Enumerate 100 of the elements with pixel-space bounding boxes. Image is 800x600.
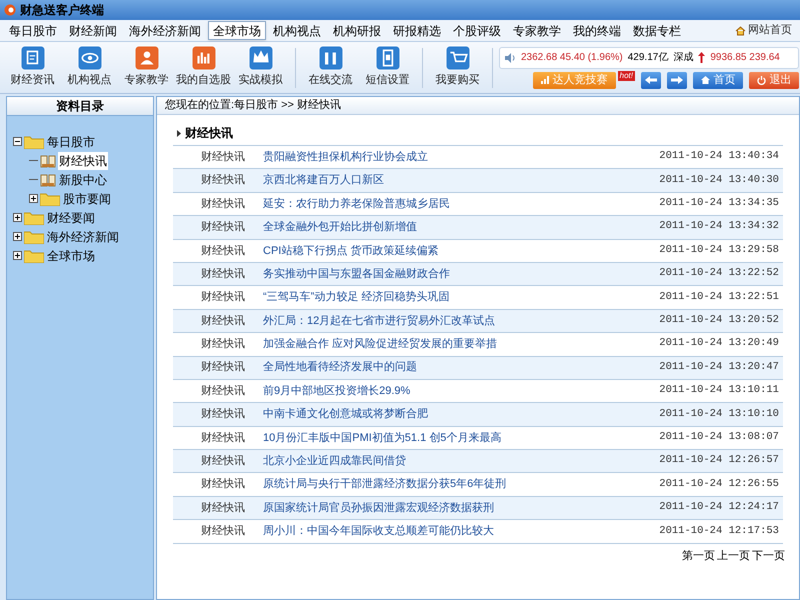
time-cell-text: 2011-10-24 13:20:52 — [659, 313, 780, 328]
news-link[interactable]: 全局性地看待经济发展中的问题 — [263, 359, 660, 376]
category-cell-text: 财经快讯 — [200, 266, 246, 282]
time-cell-text: 2011-10-24 13:29:58 — [659, 242, 780, 258]
nav-tab[interactable]: 数据专栏 — [628, 21, 686, 40]
tree-item[interactable]: 股市要闻 — [62, 190, 112, 208]
folder-icon — [24, 210, 44, 224]
nav-tab[interactable]: 专家教学 — [508, 21, 566, 40]
nav-tab[interactable]: 全球市场 — [208, 21, 266, 40]
category-cell-text: 财经快讯 — [200, 244, 246, 258]
bar-chart-icon — [540, 76, 549, 84]
expander-icon[interactable] — [13, 137, 22, 146]
turnover-value: 429.17亿 — [628, 51, 668, 65]
folder-icon — [24, 248, 44, 262]
hot-badge: hot! — [618, 71, 635, 81]
news-link[interactable]: “三驾马车”动力较足 经济回稳势头巩固 — [263, 289, 660, 306]
expander-icon[interactable] — [13, 232, 22, 241]
category-cell-text: 财经快讯 — [200, 454, 246, 470]
nav-tab[interactable]: 每日股市 — [4, 21, 62, 40]
category-cell-text: 财经快讯 — [200, 196, 246, 212]
category-cell-text: 财经快讯 — [200, 384, 246, 399]
time-cell-text: 2011-10-24 13:08:07 — [659, 430, 780, 445]
tree-item[interactable]: 财经要闻 — [46, 208, 96, 226]
toolbar-button[interactable]: 我要购买 — [429, 46, 486, 89]
tree-item[interactable]: 每日股市 — [46, 132, 96, 150]
book-icon — [40, 154, 56, 168]
nav-tab[interactable]: 机构视点 — [268, 21, 326, 40]
news-link[interactable]: 贵阳融资性担保机构行业协会成立 — [263, 148, 660, 166]
toolbar-button[interactable]: 在线交流 — [302, 46, 359, 89]
nav-tab[interactable]: 我的终端 — [568, 21, 626, 40]
category-cell-text: 财经快讯 — [200, 290, 246, 306]
news-link[interactable]: 中南卡通文化创意城或将梦断合肥 — [263, 406, 660, 423]
news-link[interactable]: 北京小企业近四成靠民间借贷 — [263, 453, 660, 470]
toolbar-button[interactable]: 短信设置 — [359, 46, 416, 89]
news-link[interactable]: 加强金融合作 应对风险促进经贸发展的重要举措 — [263, 336, 660, 353]
folder-icon — [24, 230, 44, 244]
time-cell-text: 2011-10-24 13:20:49 — [659, 336, 780, 352]
home-site-link[interactable]: 网站首页 — [735, 22, 796, 39]
index-label: 深成 — [673, 50, 694, 65]
tree-item[interactable]: 新股中心 — [58, 170, 108, 188]
home-button[interactable]: 首页 — [693, 72, 743, 88]
news-link[interactable]: 延安：农行助力养老保险普惠城乡居民 — [263, 196, 660, 212]
toolbar-button[interactable]: 机构视点 — [61, 46, 118, 89]
toolbar-button[interactable]: 我的自选股 — [175, 46, 232, 89]
nav-tab[interactable]: 个股评级 — [448, 21, 506, 40]
expander-icon[interactable] — [13, 251, 22, 260]
nav-tab[interactable]: 财经新闻 — [64, 21, 122, 40]
time-cell-text: 2011-10-24 13:34:35 — [659, 196, 780, 212]
category-cell-text: 财经快讯 — [200, 407, 246, 422]
news-link[interactable]: 全球金融外包开始比拼创新增值 — [263, 219, 660, 236]
news-link[interactable]: 京西北将建百万人口新区 — [263, 172, 660, 189]
forward-button[interactable] — [667, 72, 687, 88]
page-link[interactable]: 第一页 — [682, 548, 715, 564]
tree-item[interactable]: 财经快讯 — [58, 152, 108, 170]
nav-tab[interactable]: 海外经济新闻 — [124, 21, 206, 40]
house-icon — [700, 76, 710, 84]
category-cell-text: 财经快讯 — [200, 314, 246, 329]
category-cell-text: 财经快讯 — [200, 500, 246, 516]
app-logo-icon — [4, 4, 16, 16]
news-link[interactable]: 务实推动中国与东盟各国金融财政合作 — [263, 266, 660, 282]
sidebar-title: 资料目录 — [7, 97, 153, 116]
tree-item[interactable]: 海外经济新闻 — [46, 228, 120, 246]
news-link[interactable]: 原国家统计局官员孙振因泄露宏观经济数据获刑 — [263, 500, 660, 516]
nav-tab[interactable]: 研报精选 — [388, 21, 446, 40]
expander-icon[interactable] — [13, 213, 22, 222]
triangle-icon — [177, 130, 181, 136]
left-arrow-icon — [645, 76, 657, 84]
toolbar-button[interactable]: 实战模拟 — [232, 46, 289, 89]
breadcrumb: 您现在的位置:每日股市 >> 财经快讯 — [157, 97, 799, 115]
news-link[interactable]: CPI站稳下行拐点 货币政策延续偏紧 — [263, 242, 660, 259]
time-cell-text: 2011-10-24 12:17:53 — [659, 524, 780, 539]
time-cell-text: 2011-10-24 13:10:10 — [659, 406, 780, 422]
tree-item[interactable]: 全球市场 — [46, 246, 96, 264]
time-cell-text: 2011-10-24 12:24:17 — [659, 500, 780, 516]
time-cell-text: 2011-10-24 13:10:11 — [659, 383, 780, 398]
index-value: 2362.68 45.40 (1.96%) — [521, 51, 623, 65]
category-cell-text: 财经快讯 — [200, 337, 246, 352]
expander-icon[interactable] — [29, 194, 38, 203]
folder-icon — [40, 192, 60, 206]
toolbar-button[interactable]: 财经资讯 — [4, 46, 61, 89]
time-cell-text: 2011-10-24 13:40:34 — [659, 149, 780, 164]
news-link[interactable]: 前9月中部地区投资增长29.9% — [263, 382, 660, 400]
house-icon — [735, 26, 746, 36]
news-link[interactable]: 外汇局：12月起在七省市进行贸易外汇改革试点 — [263, 312, 660, 330]
window-title: 财急送客户终端 — [20, 2, 104, 19]
page-link[interactable]: 上一页 — [717, 548, 750, 564]
news-link[interactable]: 周小川：中国今年国际收支总顺差可能仍比较大 — [263, 523, 660, 540]
time-cell-text: 2011-10-24 13:40:30 — [659, 172, 780, 188]
back-button[interactable] — [641, 72, 661, 88]
news-link[interactable]: 原统计局与央行干部泄露经济数据分获5年6年徒刑 — [263, 476, 660, 493]
time-cell-text: 2011-10-24 13:20:47 — [659, 360, 780, 375]
category-cell-text: 财经快讯 — [200, 360, 246, 376]
up-arrow-icon — [698, 52, 706, 63]
book-icon — [40, 172, 56, 186]
nav-tab[interactable]: 机构研报 — [328, 21, 386, 40]
category-cell-text: 财经快讯 — [200, 477, 246, 492]
time-cell-text: 2011-10-24 13:22:52 — [659, 266, 780, 282]
page-link[interactable]: 下一页 — [752, 548, 785, 564]
news-link[interactable]: 10月份汇丰版中国PMI初值为51.1 创5个月来最高 — [263, 430, 660, 446]
toolbar-button[interactable]: 专家教学 — [118, 46, 175, 89]
